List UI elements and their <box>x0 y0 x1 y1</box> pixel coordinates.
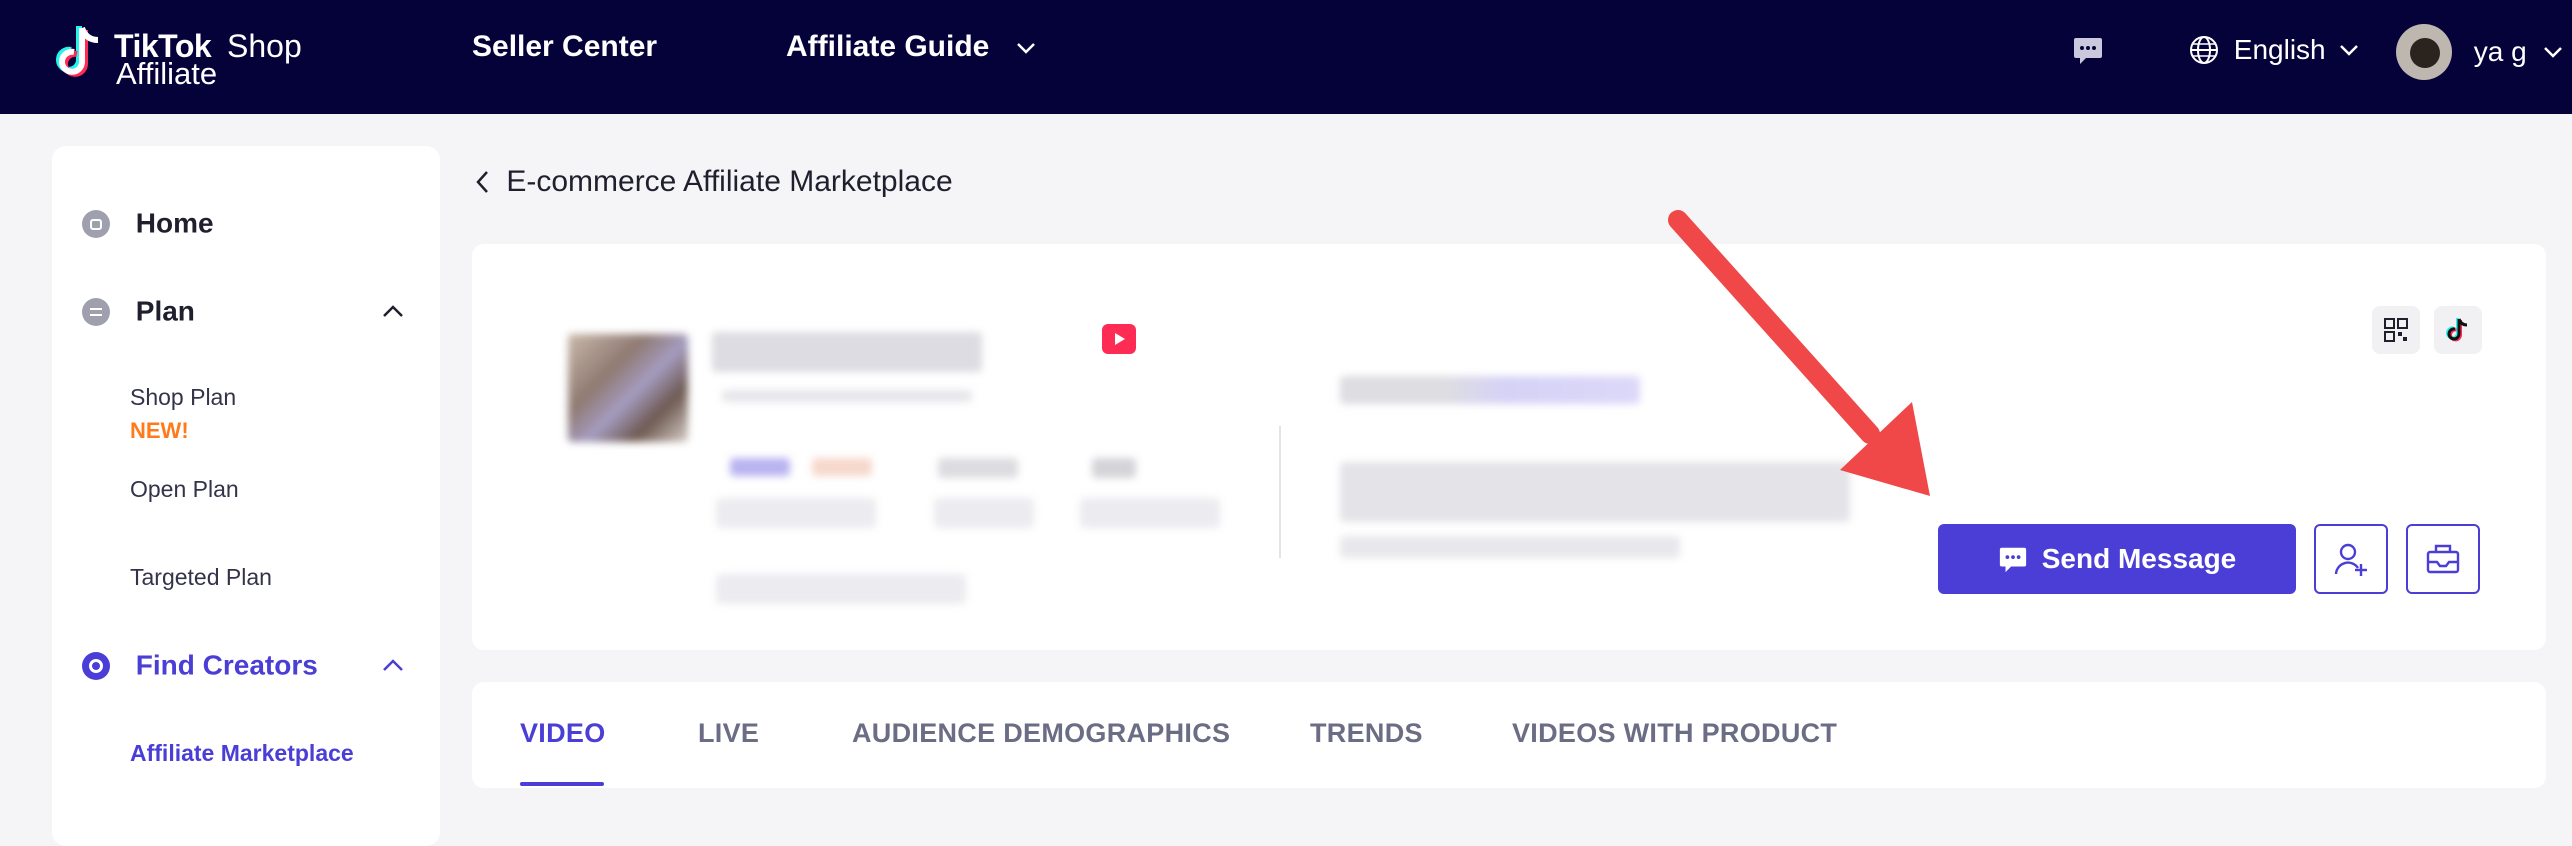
send-message-label: Send Message <box>2041 543 2237 574</box>
sidebar-item-targeted-plan[interactable]: Targeted Plan <box>130 564 272 591</box>
annotation-arrow-icon <box>1668 210 1930 496</box>
add-creator-button[interactable] <box>2314 524 2388 594</box>
tab-trends[interactable]: TRENDS <box>1310 718 1423 749</box>
home-icon <box>82 209 110 238</box>
sidebar-item-label: Home <box>135 207 214 239</box>
tab-audience-demographics[interactable]: AUDIENCE DEMOGRAPHICS <box>852 718 1230 749</box>
chevron-down-icon <box>2340 44 2359 56</box>
creator-stat-blurred <box>934 498 1034 528</box>
logo-affiliate-text: Affiliate <box>116 56 218 91</box>
sidebar-item-home[interactable]: Home <box>82 206 214 240</box>
tab-video[interactable]: VIDEO <box>520 718 606 749</box>
creator-bio-title-blurred <box>1340 376 1640 404</box>
language-label: English <box>2233 33 2326 65</box>
invite-button[interactable] <box>2406 524 2480 594</box>
message-icon[interactable] <box>2072 34 2104 66</box>
user-name: ya g <box>2473 36 2527 67</box>
send-message-button[interactable]: Send Message <box>1938 524 2296 594</box>
sidebar-item-open-plan[interactable]: Open Plan <box>130 476 239 503</box>
top-navigation-bar: TikTok Shop Affiliate Seller Center Affi… <box>0 0 2572 114</box>
creator-name-blurred <box>712 332 982 372</box>
qr-code-button[interactable] <box>2372 306 2420 354</box>
chevron-up-icon <box>383 305 403 317</box>
creator-handle-blurred <box>722 390 972 402</box>
content-tabs: VIDEO LIVE AUDIENCE DEMOGRAPHICS TRENDS … <box>472 682 2546 788</box>
language-selector[interactable]: English <box>2188 32 2359 66</box>
sidebar: Home Plan Shop Plan NEW! Open Plan Targe… <box>52 146 440 846</box>
card-divider <box>1279 426 1281 558</box>
creator-bio-blurred <box>1340 536 1680 558</box>
globe-icon <box>2190 35 2218 64</box>
plan-icon <box>82 297 110 326</box>
sidebar-item-label: Plan <box>135 295 195 327</box>
chevron-up-icon <box>383 659 403 671</box>
creator-avatar-blurred <box>568 334 688 442</box>
tab-videos-with-product[interactable]: VIDEOS WITH PRODUCT <box>1512 718 1837 749</box>
sidebar-item-shop-plan[interactable]: Shop Plan <box>130 384 236 411</box>
tiktok-profile-button[interactable] <box>2434 306 2482 354</box>
creator-stat-blurred <box>1080 498 1220 528</box>
sidebar-item-affiliate-marketplace[interactable]: Affiliate Marketplace <box>130 740 354 767</box>
new-badge: NEW! <box>130 418 189 443</box>
sidebar-item-label: Find Creators <box>135 649 318 681</box>
active-tab-indicator <box>520 782 604 786</box>
live-video-icon <box>1102 324 1136 354</box>
breadcrumb-label: E-commerce Affiliate Marketplace <box>506 165 953 199</box>
sidebar-item-find-creators[interactable]: Find Creators <box>82 648 410 682</box>
creator-category-blurred <box>812 458 872 476</box>
logo-shop-text: Shop <box>227 28 302 64</box>
creator-tag-blurred <box>716 574 966 604</box>
chevron-down-icon <box>2543 47 2562 58</box>
creator-stat-blurred <box>716 498 876 528</box>
creator-stat-blurred <box>938 458 1018 478</box>
inbox-icon <box>2426 544 2460 574</box>
find-creators-icon <box>82 651 110 680</box>
add-user-icon <box>2334 543 2367 576</box>
creator-profile-card: Send Message <box>472 244 2546 650</box>
creator-stat-blurred <box>1092 458 1136 478</box>
qr-code-icon <box>2384 318 2408 342</box>
chevron-left-icon <box>476 171 488 193</box>
tiktok-icon <box>2446 318 2468 342</box>
user-menu[interactable]: ya g <box>2396 24 2563 84</box>
tab-live[interactable]: LIVE <box>698 718 759 749</box>
breadcrumb[interactable]: E-commerce Affiliate Marketplace <box>474 164 953 199</box>
avatar <box>2396 24 2452 80</box>
creator-category-blurred <box>730 458 790 476</box>
chevron-down-icon <box>1016 43 1035 54</box>
sidebar-item-plan[interactable]: Plan <box>82 294 410 328</box>
tiktok-shop-affiliate-logo[interactable]: TikTok Shop Affiliate <box>52 22 312 91</box>
nav-affiliate-guide[interactable]: Affiliate Guide <box>786 30 1036 64</box>
nav-affiliate-guide-label: Affiliate Guide <box>786 30 990 63</box>
message-icon <box>1999 547 2026 573</box>
nav-seller-center[interactable]: Seller Center <box>472 30 657 64</box>
tiktok-logo-icon <box>56 26 99 77</box>
